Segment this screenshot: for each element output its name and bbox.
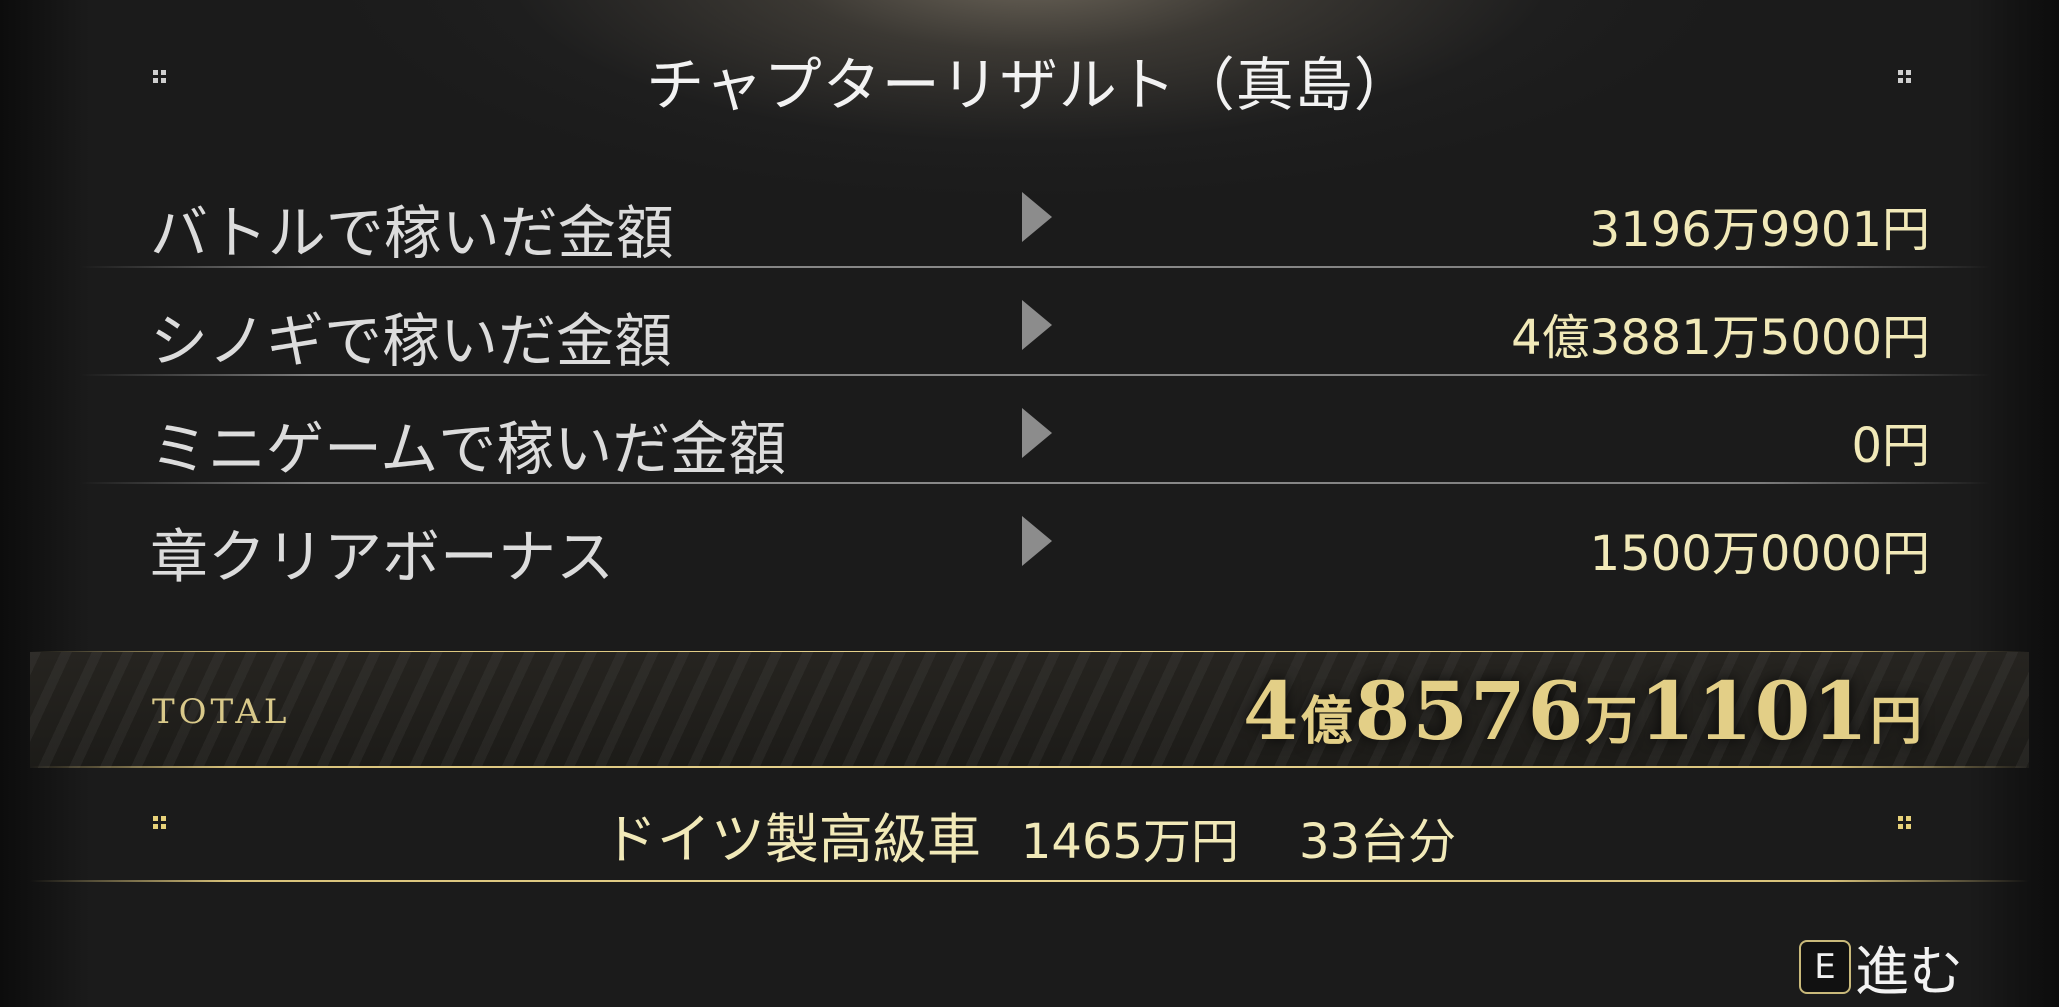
total-man: 8576 (1354, 664, 1586, 758)
total-yen-unit: 円 (1869, 691, 1924, 752)
total-bottom-divider (30, 766, 2029, 768)
continue-button[interactable]: E 進む (1799, 927, 1963, 1006)
result-row-battle: バトルで稼いだ金額 3196万9901円 (80, 162, 1990, 268)
title-corner-right-icon (1898, 70, 1914, 84)
chapter-result-screen: チャプターリザルト（真島） バトルで稼いだ金額 3196万9901円 シノギで稼… (0, 0, 2059, 1007)
total-value: 4億8576万1101円 (1243, 664, 1924, 758)
result-value: 3196万9901円 (1589, 202, 1930, 258)
arrow-right-icon (1022, 192, 1052, 242)
result-label: シノギで稼いだ金額 (150, 307, 673, 375)
total-rest: 1101 (1639, 664, 1870, 758)
result-label: 章クリアボーナス (150, 523, 615, 591)
arrow-right-icon (1022, 516, 1052, 566)
result-value: 4億3881万5000円 (1511, 310, 1930, 366)
key-e-icon: E (1799, 939, 1851, 994)
total-band: TOTAL 4億8576万1101円 (30, 652, 2029, 768)
comparison-price: 1465万円 (1020, 814, 1240, 870)
total-oku: 4 (1242, 664, 1301, 758)
compare-bottom-divider (30, 880, 2029, 882)
continue-label: 進む (1855, 940, 1963, 1003)
result-label: バトルで稼いだ金額 (150, 199, 674, 267)
result-row-minigame: ミニゲームで稼いだ金額 0円 (80, 378, 1990, 484)
total-oku-unit: 億 (1300, 691, 1355, 752)
comparison-count: 33台分 (1299, 814, 1457, 870)
comparison-item: ドイツ製高級車 (602, 808, 981, 871)
compare-corner-right-icon (1898, 816, 1914, 830)
row-divider (80, 374, 1990, 376)
arrow-right-icon (1022, 300, 1052, 350)
result-row-shinogi: シノギで稼いだ金額 4億3881万5000円 (80, 270, 1990, 376)
purchase-comparison: ドイツ製高級車 1465万円 33台分 (0, 795, 2059, 874)
result-label: ミニゲームで稼いだ金額 (150, 415, 787, 483)
result-value: 0円 (1851, 418, 1930, 474)
arrow-right-icon (1022, 408, 1052, 458)
page-title: チャプターリザルト（真島） (646, 51, 1413, 119)
result-value: 1500万0000円 (1589, 526, 1930, 582)
total-man-unit: 万 (1585, 691, 1640, 752)
total-label: TOTAL (152, 692, 291, 732)
row-divider (80, 266, 1990, 268)
result-row-chapter-bonus: 章クリアボーナス 1500万0000円 (80, 486, 1990, 592)
row-divider (80, 482, 1990, 484)
